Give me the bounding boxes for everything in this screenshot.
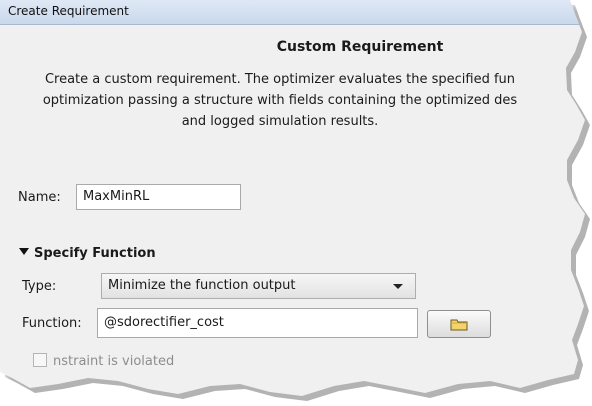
description-line: optimization passing a structure with fi… bbox=[42, 93, 518, 108]
constraint-violated-checkbox-row[interactable]: nstraint is violated bbox=[33, 353, 174, 369]
name-label: Name: bbox=[18, 190, 61, 205]
dialog-description: Create a custom requirement. The optimiz… bbox=[0, 69, 560, 132]
type-dropdown[interactable]: Minimize the function output bbox=[101, 273, 416, 299]
name-field[interactable]: MaxMinRL bbox=[76, 184, 241, 210]
constraint-checkbox[interactable] bbox=[33, 353, 47, 367]
type-selected-value: Minimize the function output bbox=[108, 278, 296, 293]
title-bar[interactable]: Create Requirement bbox=[0, 0, 585, 25]
folder-icon bbox=[450, 319, 468, 331]
function-label: Function: bbox=[22, 316, 82, 331]
screenshot-page: Create Requirement Custom Requirement Cr… bbox=[0, 0, 592, 406]
section-title: Specify Function bbox=[34, 246, 156, 261]
description-line: and logged simulation results. bbox=[181, 114, 379, 129]
triangle-down-icon bbox=[19, 248, 29, 255]
checkbox-label: nstraint is violated bbox=[53, 354, 175, 369]
description-line: Create a custom requirement. The optimiz… bbox=[44, 72, 516, 87]
type-label: Type: bbox=[22, 279, 57, 294]
function-field[interactable]: @sdorectifier_cost bbox=[97, 308, 418, 338]
dialog-heading: Custom Requirement bbox=[276, 39, 444, 55]
browse-button[interactable] bbox=[427, 310, 491, 338]
specify-function-section-toggle[interactable]: Specify Function bbox=[19, 246, 156, 261]
dialog-window: Create Requirement Custom Requirement Cr… bbox=[0, 0, 585, 396]
chevron-down-icon bbox=[393, 284, 403, 289]
window-title: Create Requirement bbox=[8, 4, 129, 18]
